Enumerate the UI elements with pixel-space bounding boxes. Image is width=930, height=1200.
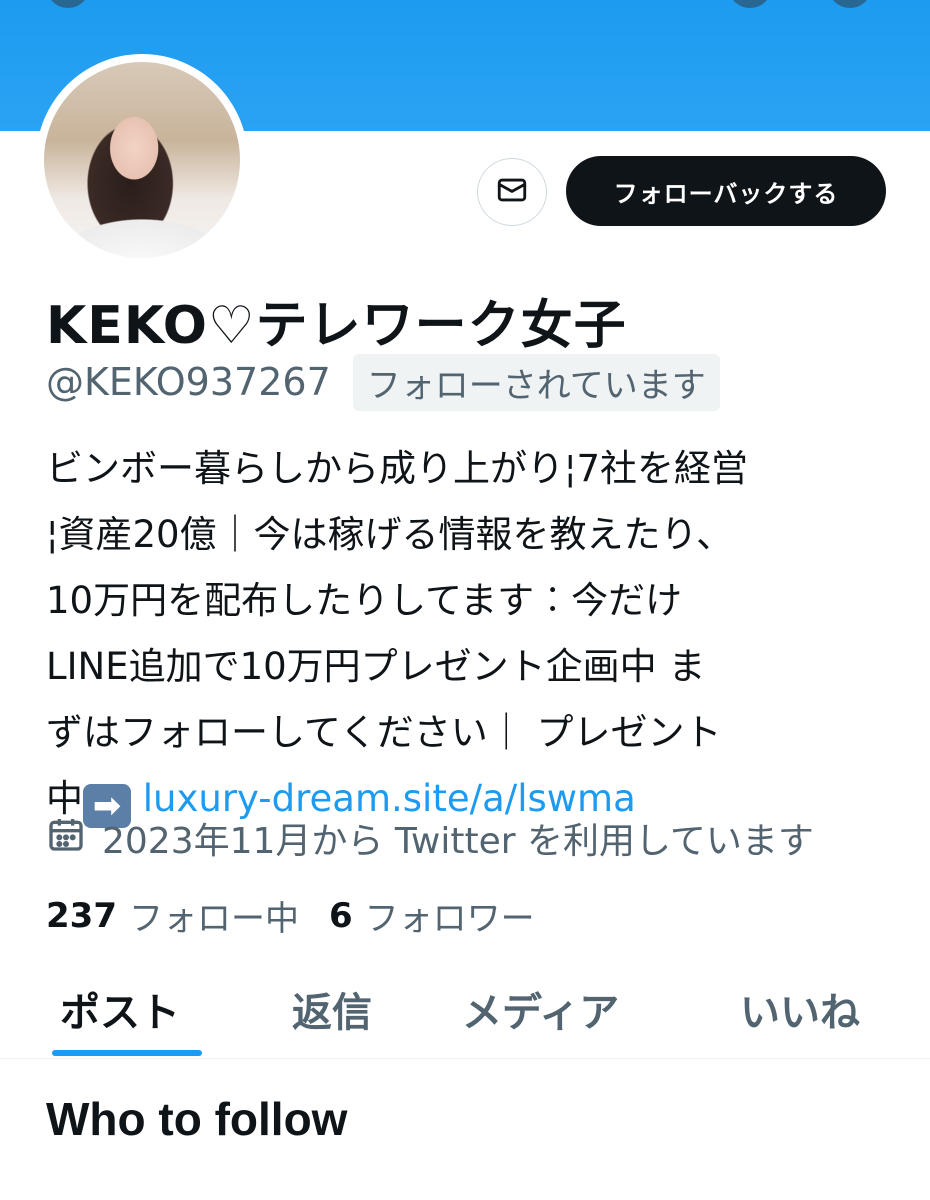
joined-text: 2023年11月から Twitter を利用しています <box>102 821 814 862</box>
search-button[interactable] <box>728 0 772 8</box>
calendar-icon <box>46 814 102 863</box>
following-count: 237 <box>46 895 117 936</box>
message-button[interactable] <box>477 158 547 226</box>
tab-posts[interactable]: ポスト <box>60 980 180 1038</box>
followers-count: 6 <box>328 895 353 936</box>
tab-media[interactable]: メディア <box>462 980 619 1038</box>
followers-link[interactable]: 6 フォロワー <box>329 891 535 940</box>
follows-you-badge: フォローされています <box>352 353 720 411</box>
bio-text: ビンボー暮らしから成り上がり¦7社を経営 ¦資産20億｜今は稼げる情報を教えたり… <box>46 447 749 820</box>
more-button[interactable] <box>828 0 872 8</box>
who-to-follow-heading: Who to follow <box>46 1093 348 1145</box>
handle: @KEKO937267 <box>46 360 331 404</box>
back-button[interactable] <box>46 0 90 8</box>
bio: ビンボー暮らしから成り上がり¦7社を経営 ¦資産20億｜今は稼げる情報を教えたり… <box>46 436 906 832</box>
follow-back-button[interactable]: フォローバックする <box>566 156 886 226</box>
envelope-icon <box>495 173 529 211</box>
joined-date: 2023年11月から Twitter を利用しています <box>46 812 814 864</box>
following-link[interactable]: 237 フォロー中 <box>46 891 299 940</box>
follow-stats: 237 フォロー中 6 フォロワー <box>46 891 565 940</box>
display-name: KEKO♡テレワーク女子 <box>46 296 627 356</box>
avatar[interactable] <box>36 54 248 266</box>
tab-replies[interactable]: 返信 <box>292 980 372 1038</box>
followers-label: フォロワー <box>364 899 535 939</box>
profile-tabs: ポスト 返信 メディア いいね <box>0 970 930 1059</box>
avatar-photo <box>44 62 240 258</box>
handle-row: @KEKO937267 フォローされています <box>46 353 720 411</box>
active-tab-indicator <box>52 1050 202 1056</box>
following-label: フォロー中 <box>128 899 299 939</box>
tab-likes[interactable]: いいね <box>740 980 860 1038</box>
